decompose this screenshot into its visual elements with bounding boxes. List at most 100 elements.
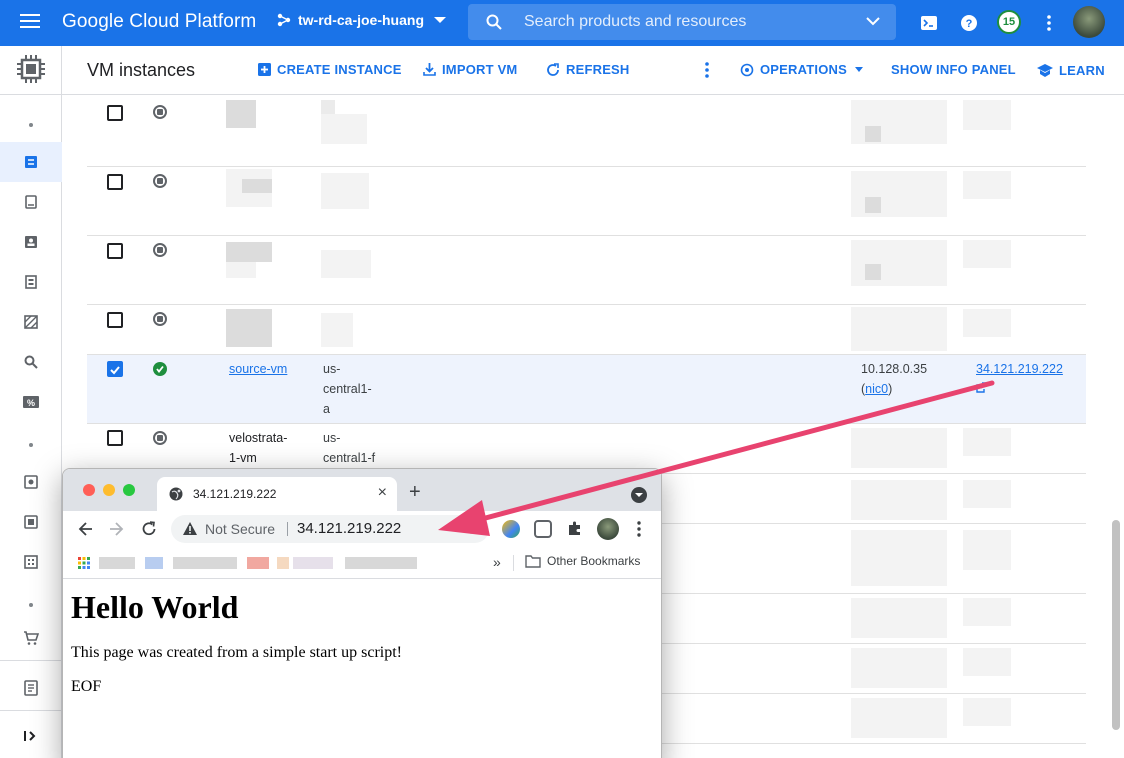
table-row[interactable] bbox=[87, 96, 1086, 167]
row-checkbox[interactable] bbox=[107, 312, 123, 328]
new-tab-icon[interactable]: + bbox=[409, 481, 421, 504]
show-info-panel-button[interactable]: SHOW INFO PANEL bbox=[891, 62, 1016, 77]
row-checkbox-checked[interactable] bbox=[107, 361, 123, 377]
search-bar[interactable] bbox=[468, 4, 896, 40]
redacted-ip bbox=[851, 428, 947, 468]
close-tab-icon[interactable]: × bbox=[378, 484, 387, 502]
refresh-button[interactable]: REFRESH bbox=[546, 62, 630, 77]
more-actions-button[interactable] bbox=[705, 62, 715, 78]
menu-icon[interactable] bbox=[20, 14, 40, 30]
maximize-window-button[interactable] bbox=[123, 484, 135, 496]
external-ip-link[interactable]: 34.121.219.222 bbox=[976, 359, 1063, 379]
nav-release-notes-icon[interactable] bbox=[0, 668, 62, 708]
bookmark-item[interactable] bbox=[145, 557, 163, 569]
account-avatar[interactable] bbox=[1073, 6, 1105, 38]
brand-name[interactable]: Google Cloud Platform bbox=[62, 11, 256, 33]
profile-avatar[interactable] bbox=[597, 518, 619, 540]
table-row[interactable] bbox=[87, 305, 1086, 355]
page-heading: Hello World bbox=[71, 589, 239, 625]
table-row[interactable] bbox=[87, 236, 1086, 305]
browser-tab[interactable]: 34.121.219.222 × bbox=[157, 477, 397, 511]
operations-button[interactable]: OPERATIONS bbox=[740, 62, 863, 77]
bookmarks-overflow-icon[interactable]: » bbox=[493, 554, 501, 570]
bookmark-item[interactable] bbox=[99, 557, 135, 569]
scrollbar[interactable] bbox=[1112, 520, 1120, 730]
zone-line: central1-f bbox=[323, 451, 376, 465]
bookmark-item[interactable] bbox=[247, 557, 269, 569]
status-stopped-icon bbox=[153, 431, 167, 445]
nav-images-icon[interactable] bbox=[0, 542, 62, 582]
create-instance-button[interactable]: CREATE INSTANCE bbox=[258, 62, 402, 77]
nav-sole-tenant-icon[interactable] bbox=[0, 262, 62, 302]
bookmark-item[interactable] bbox=[345, 557, 417, 569]
other-bookmarks-button[interactable]: Other Bookmarks bbox=[525, 554, 640, 568]
refresh-label: REFRESH bbox=[566, 62, 630, 77]
reload-icon[interactable] bbox=[141, 521, 157, 537]
bookmark-item[interactable] bbox=[293, 557, 333, 569]
instance-name-link[interactable]: source-vm bbox=[229, 359, 287, 379]
import-vm-button[interactable]: IMPORT VM bbox=[423, 62, 517, 77]
search-input[interactable] bbox=[524, 11, 844, 33]
status-stopped-icon bbox=[153, 243, 167, 257]
redacted-ip bbox=[851, 530, 947, 586]
extensions-puzzle-icon[interactable] bbox=[567, 520, 583, 536]
external-ip: 34.121.219.222 bbox=[976, 359, 1063, 399]
url-text[interactable]: 34.121.219.222 bbox=[297, 520, 401, 537]
import-vm-label: IMPORT VM bbox=[442, 62, 518, 77]
not-secure-label[interactable]: Not Secure bbox=[205, 521, 275, 537]
chevron-down-icon bbox=[434, 17, 446, 23]
nav-instance-groups-icon[interactable] bbox=[0, 182, 62, 222]
nic-link[interactable]: nic0 bbox=[865, 382, 888, 396]
nav-vm-instances-icon[interactable] bbox=[0, 142, 62, 182]
cloud-shell-icon[interactable] bbox=[918, 12, 940, 34]
instance-zone: us- central1- a bbox=[323, 359, 372, 419]
notifications-badge[interactable]: 15 bbox=[997, 10, 1021, 34]
tab-search-icon[interactable] bbox=[631, 487, 647, 503]
expand-nav-icon[interactable] bbox=[0, 716, 62, 756]
learn-label: LEARN bbox=[1059, 63, 1105, 78]
nav-machine-images-icon[interactable] bbox=[0, 302, 62, 342]
instance-zone: us- central1-f bbox=[323, 428, 375, 468]
chevron-down-icon[interactable] bbox=[866, 16, 880, 26]
svg-text:?: ? bbox=[966, 18, 973, 30]
nav-disks-icon[interactable] bbox=[0, 462, 62, 502]
learn-button[interactable]: LEARN bbox=[1037, 63, 1105, 78]
forward-icon[interactable] bbox=[109, 521, 125, 537]
row-checkbox[interactable] bbox=[107, 174, 123, 190]
table-row[interactable]: velostrata- 1-vm us- central1-f bbox=[87, 424, 1086, 474]
redacted-external-ip bbox=[963, 480, 1011, 508]
svg-text:%: % bbox=[27, 398, 35, 408]
nav-templates-icon[interactable] bbox=[0, 222, 62, 262]
project-selector[interactable]: tw-rd-ca-joe-huang bbox=[276, 12, 446, 28]
back-icon[interactable] bbox=[77, 521, 93, 537]
address-bar[interactable]: Not Secure 34.121.219.222 ☆ bbox=[171, 515, 489, 543]
table-row[interactable] bbox=[87, 167, 1086, 236]
table-row-selected[interactable]: source-vm us- central1- a 10.128.0.35 (n… bbox=[87, 355, 1086, 424]
extension-icon[interactable] bbox=[502, 520, 520, 538]
nav-marketplace-icon[interactable] bbox=[0, 618, 62, 658]
extension-icon[interactable] bbox=[534, 520, 552, 538]
redacted-external-ip bbox=[963, 698, 1011, 726]
nav-committed-use-icon[interactable]: % bbox=[0, 382, 62, 422]
row-checkbox[interactable] bbox=[107, 105, 123, 121]
more-vert-icon[interactable] bbox=[637, 521, 641, 537]
open-in-new-icon[interactable] bbox=[976, 382, 987, 393]
nav-snapshots-icon[interactable] bbox=[0, 502, 62, 542]
internal-ip-value: 10.128.0.35 bbox=[861, 362, 928, 376]
row-checkbox[interactable] bbox=[107, 430, 123, 446]
bookmark-item[interactable] bbox=[173, 557, 237, 569]
page-footer-text: EOF bbox=[71, 678, 102, 695]
close-window-button[interactable] bbox=[83, 484, 95, 496]
bookmark-star-icon[interactable]: ☆ bbox=[468, 520, 481, 538]
redacted-ip bbox=[851, 598, 947, 638]
compute-engine-icon[interactable] bbox=[16, 54, 46, 84]
bookmark-item[interactable] bbox=[277, 557, 289, 569]
help-icon[interactable]: ? bbox=[958, 12, 980, 34]
row-checkbox[interactable] bbox=[107, 243, 123, 259]
redacted-external-ip bbox=[963, 598, 1011, 626]
apps-grid-icon[interactable] bbox=[78, 557, 90, 569]
nav-search-icon[interactable] bbox=[0, 342, 62, 382]
more-vert-icon[interactable] bbox=[1038, 12, 1060, 34]
browser-window: 34.121.219.222 × + Not Secure 34.121.219… bbox=[62, 468, 662, 758]
minimize-window-button[interactable] bbox=[103, 484, 115, 496]
